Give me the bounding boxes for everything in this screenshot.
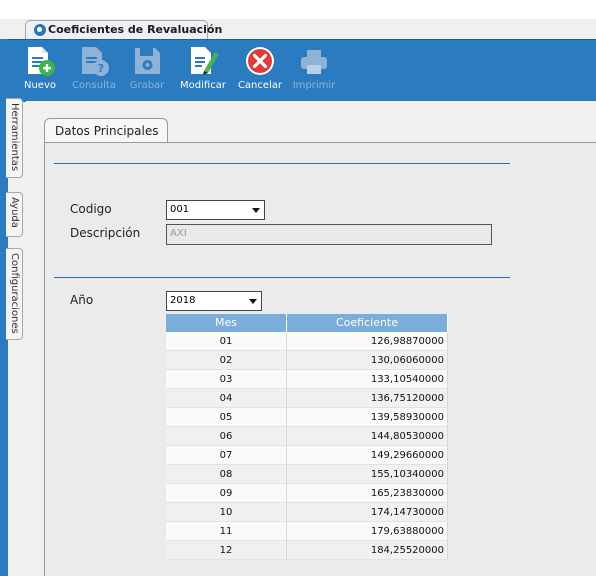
print-button-label: Imprimir — [292, 80, 336, 91]
save-disk-icon — [135, 48, 160, 74]
printer-icon — [301, 50, 327, 74]
tab-datos-principales-label: Datos Principales — [55, 124, 159, 138]
mes-cell: 12 — [166, 541, 287, 560]
mes-cell: 06 — [166, 427, 287, 446]
table-row[interactable]: 07 149,29660000 — [166, 446, 448, 465]
query-button[interactable]: ? Consulta — [70, 44, 118, 98]
print-button[interactable]: Imprimir — [290, 44, 338, 98]
mes-cell: 03 — [166, 370, 287, 389]
side-tab-ayuda[interactable]: Ayuda — [6, 192, 23, 237]
coeficiente-cell: 149,29660000 — [287, 446, 448, 465]
section-divider — [54, 277, 510, 278]
anio-label: Año — [70, 293, 94, 307]
coeficiente-cell: 133,10540000 — [287, 370, 448, 389]
coefficients-grid: Mes Coeficiente 01 126,98870000 02 130,060… — [166, 314, 448, 560]
anio-select-value: 2018 — [170, 295, 196, 306]
save-button-label: Grabar — [129, 80, 165, 91]
section-divider — [54, 163, 510, 164]
cancel-button-label: Cancelar — [237, 80, 283, 91]
cancel-button[interactable]: Cancelar — [236, 44, 284, 98]
document-tab[interactable]: Coeficientes de Revaluación — [25, 20, 222, 39]
table-row[interactable]: 02 130,06060000 — [166, 351, 448, 370]
mes-cell: 04 — [166, 389, 287, 408]
coeficiente-cell: 136,75120000 — [287, 389, 448, 408]
codigo-label: Codigo — [70, 202, 112, 216]
edit-pencil-icon — [191, 47, 219, 75]
save-button[interactable]: Grabar — [126, 44, 168, 98]
table-row[interactable]: 03 133,10540000 — [166, 370, 448, 389]
table-row[interactable]: 06 144,80530000 — [166, 427, 448, 446]
codigo-select-value: 001 — [170, 204, 190, 215]
table-row[interactable]: 05 139,58930000 — [166, 408, 448, 427]
mes-cell: 07 — [166, 446, 287, 465]
coeficiente-cell: 165,23830000 — [287, 484, 448, 503]
location-pin-icon — [34, 24, 46, 36]
svg-text:?: ? — [98, 62, 104, 75]
coeficiente-cell: 174,14730000 — [287, 503, 448, 522]
descripcion-field-value: AXI — [170, 228, 187, 239]
side-tab-herramientas-label: Herramientas — [9, 103, 20, 172]
coeficiente-cell: 126,98870000 — [287, 332, 448, 351]
side-tab-herramientas[interactable]: Herramientas — [6, 98, 23, 178]
query-button-label: Consulta — [72, 80, 116, 91]
document-tab-title: Coeficientes de Revaluación — [48, 23, 223, 36]
chevron-down-icon — [252, 208, 260, 213]
grid-body: 01 126,98870000 02 130,06060000 03 133,1054… — [166, 332, 448, 560]
new-button-label: Nuevo — [23, 80, 56, 91]
table-row[interactable]: 08 155,10340000 — [166, 465, 448, 484]
codigo-select[interactable]: 001 — [166, 200, 265, 220]
mes-cell: 11 — [166, 522, 287, 541]
descripcion-field[interactable]: AXI — [166, 224, 492, 245]
toolbar: Nuevo ? Consulta Grabar Modificar Cancel… — [8, 39, 596, 102]
table-row[interactable]: 12 184,25520000 — [166, 541, 448, 560]
window-top-strip — [0, 0, 596, 19]
coeficiente-cell: 139,58930000 — [287, 408, 448, 427]
coeficiente-cell: 144,80530000 — [287, 427, 448, 446]
mes-cell: 10 — [166, 503, 287, 522]
mes-cell: 01 — [166, 332, 287, 351]
tab-datos-principales[interactable]: Datos Principales — [44, 118, 168, 142]
query-document-icon: ? — [82, 47, 109, 76]
cancel-x-icon — [246, 47, 274, 75]
coeficiente-cell: 179,63880000 — [287, 522, 448, 541]
mes-cell: 05 — [166, 408, 287, 427]
descripcion-label: Descripción — [70, 226, 141, 240]
mes-cell: 02 — [166, 351, 287, 370]
column-header-coeficiente[interactable]: Coeficiente — [287, 314, 448, 332]
side-tab-configuraciones-label: Configuraciones — [9, 253, 20, 334]
grid-header: Mes Coeficiente — [166, 314, 448, 332]
coeficiente-cell: 184,25520000 — [287, 541, 448, 560]
column-header-mes[interactable]: Mes — [166, 314, 287, 332]
side-tab-configuraciones[interactable]: Configuraciones — [6, 248, 23, 340]
table-row[interactable]: 04 136,75120000 — [166, 389, 448, 408]
new-button[interactable]: Nuevo — [20, 44, 60, 98]
edit-button[interactable]: Modificar — [178, 44, 228, 98]
table-row[interactable]: 01 126,98870000 — [166, 332, 448, 351]
coeficiente-cell: 155,10340000 — [287, 465, 448, 484]
table-row[interactable]: 10 174,14730000 — [166, 503, 448, 522]
mes-cell: 08 — [166, 465, 287, 484]
anio-select[interactable]: 2018 — [166, 291, 262, 311]
coeficiente-cell: 130,06060000 — [287, 351, 448, 370]
edit-button-label: Modificar — [180, 80, 226, 91]
mes-cell: 09 — [166, 484, 287, 503]
new-document-icon — [28, 47, 55, 76]
table-row[interactable]: 09 165,23830000 — [166, 484, 448, 503]
table-row[interactable]: 11 179,63880000 — [166, 522, 448, 541]
side-tab-ayuda-label: Ayuda — [9, 197, 20, 228]
chevron-down-icon — [249, 299, 257, 304]
